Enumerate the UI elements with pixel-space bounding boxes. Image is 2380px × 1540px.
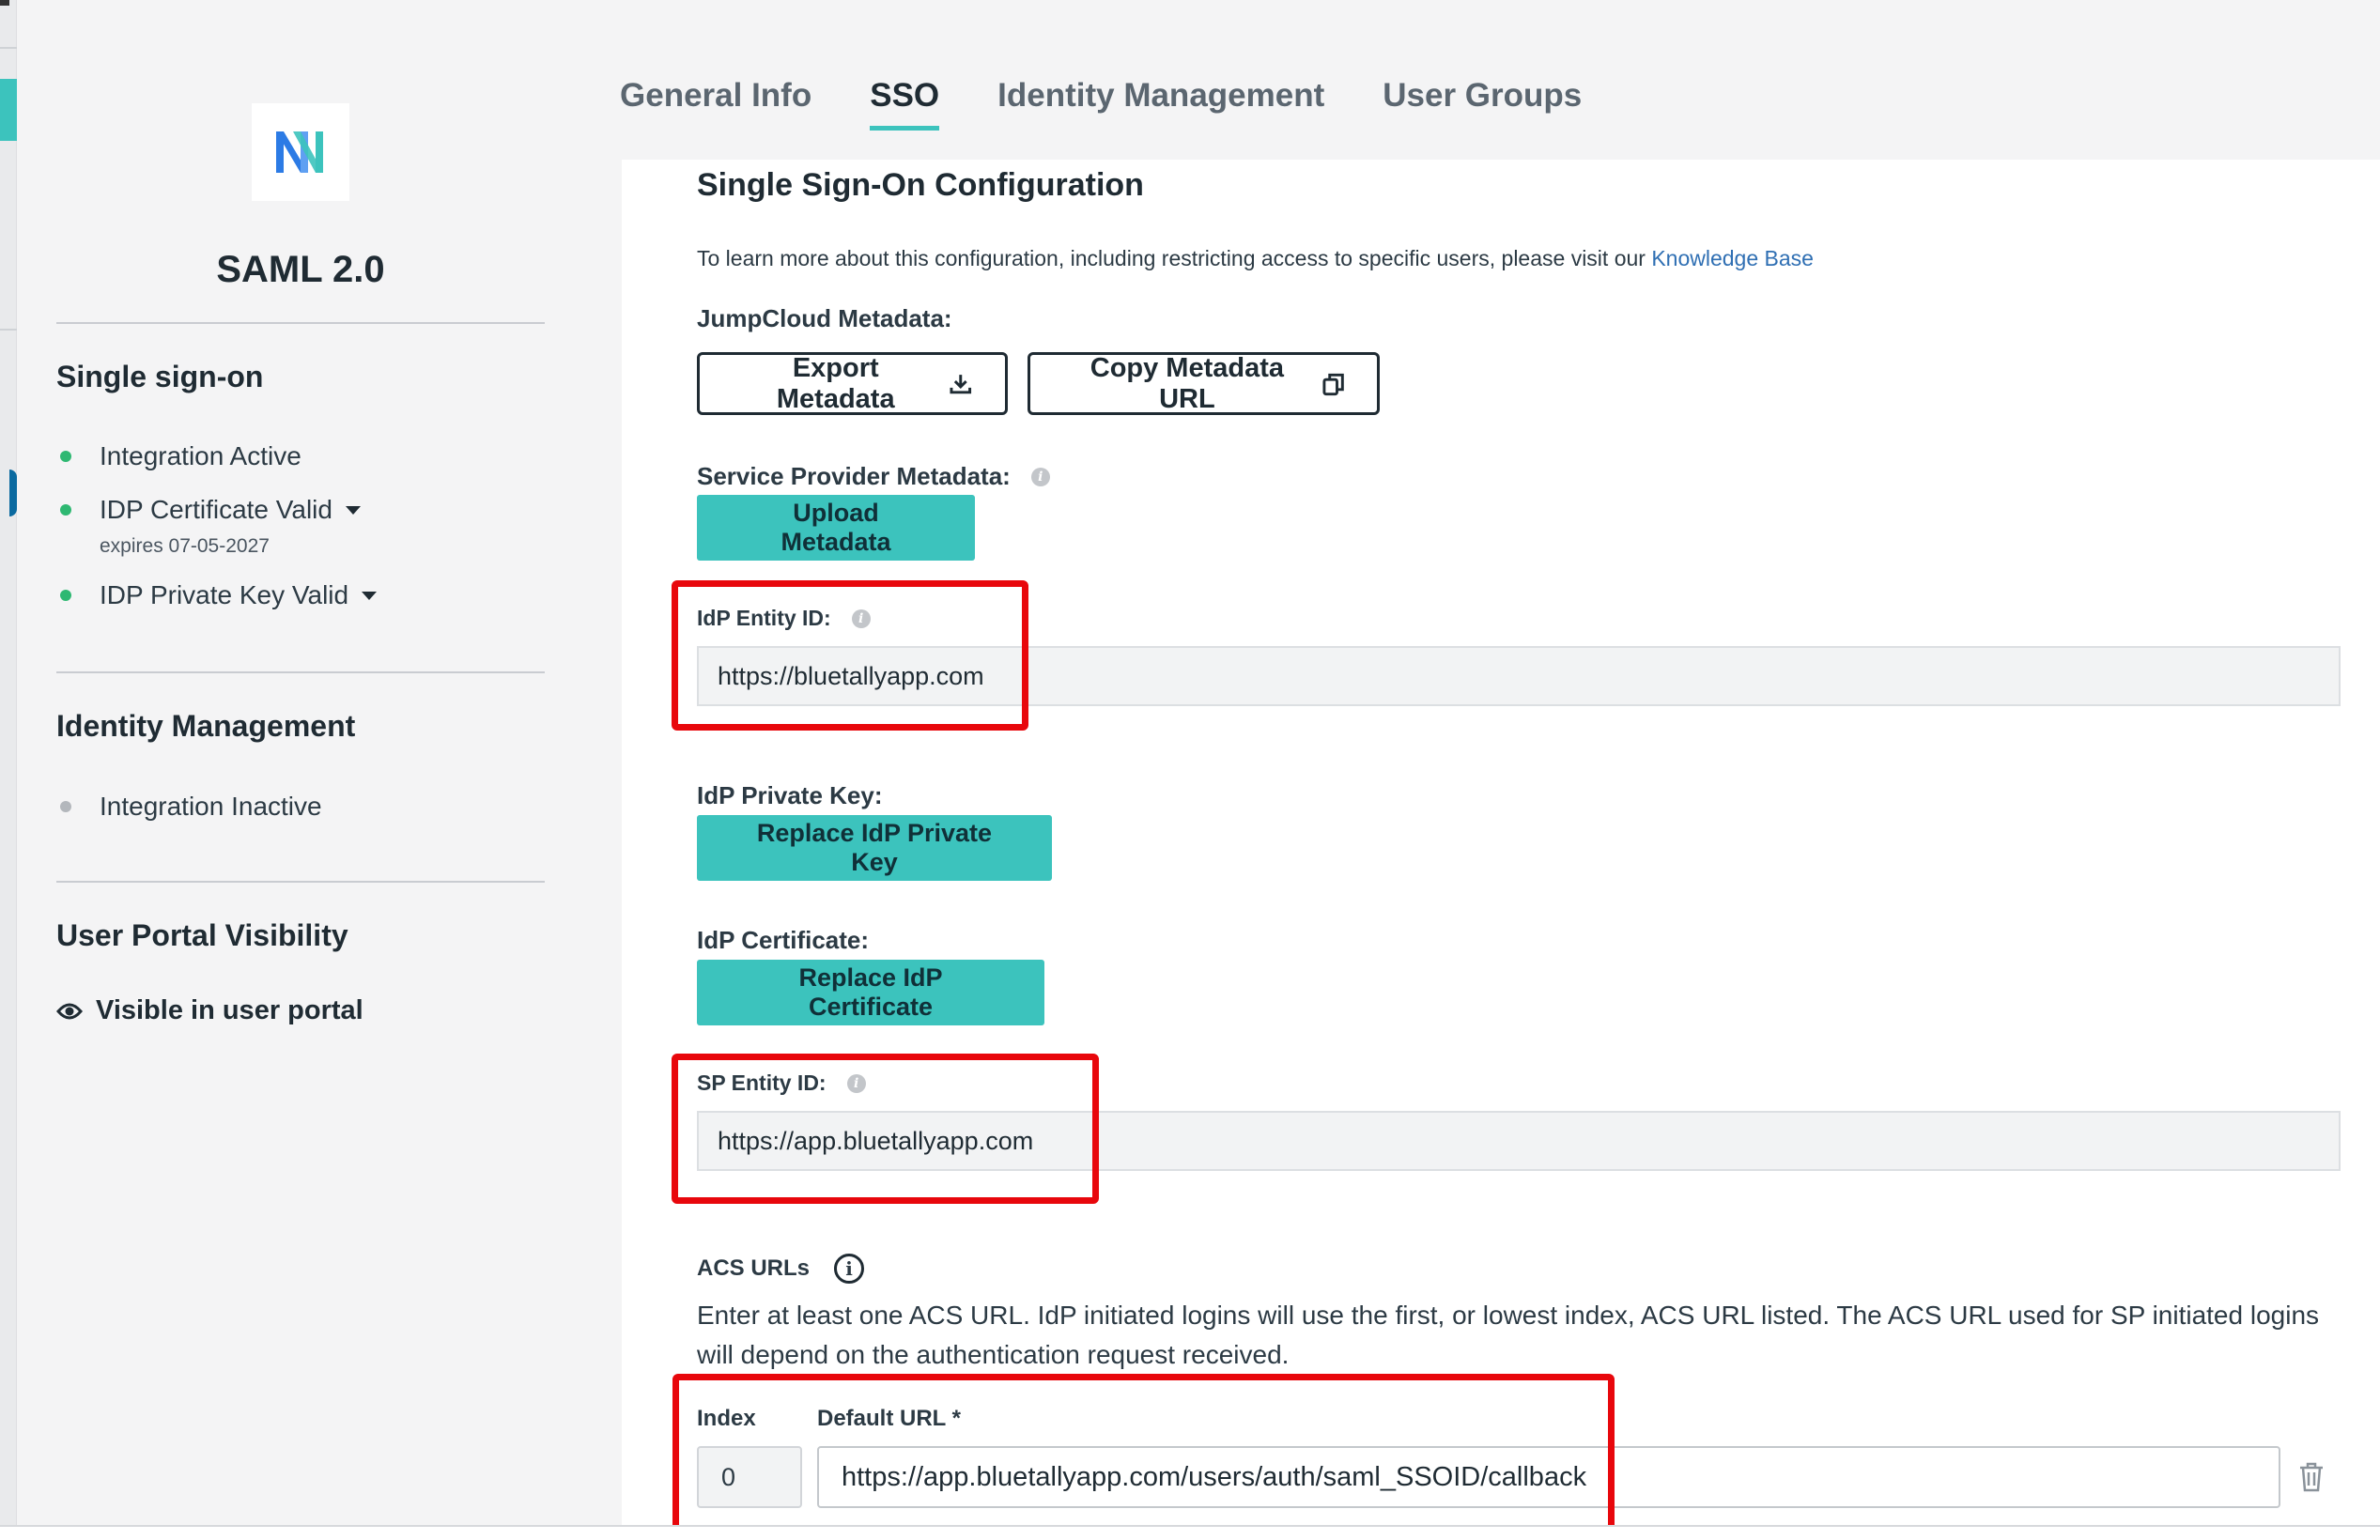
idm-section-title: Identity Management bbox=[56, 709, 356, 743]
caret-down-icon[interactable] bbox=[362, 591, 378, 600]
page-edge-divider bbox=[0, 47, 17, 49]
idp-entity-id-field[interactable]: https://bluetallyapp.com bbox=[697, 646, 2341, 706]
tab-bar: General Info SSO Identity Management Use… bbox=[620, 77, 1640, 131]
info-icon[interactable]: i bbox=[851, 608, 871, 628]
tab-sso[interactable]: SSO bbox=[870, 77, 940, 131]
idp-certificate-label-text: IdP Certificate: bbox=[697, 926, 870, 954]
app-frame: SAML 2.0 Single sign-on Integration Acti… bbox=[0, 0, 2380, 1540]
info-icon[interactable]: i bbox=[1030, 467, 1050, 486]
jumpcloud-metadata-label: JumpCloud Metadata: bbox=[697, 304, 952, 333]
sso-section-title: Single sign-on bbox=[56, 360, 264, 393]
sp-entity-id-label: SP Entity ID: i bbox=[697, 1070, 866, 1096]
export-metadata-label: Export Metadata bbox=[776, 352, 895, 414]
sp-entity-id-label-text: SP Entity ID: bbox=[697, 1070, 827, 1095]
acs-urls-title: ACS URLs i bbox=[697, 1254, 865, 1284]
page-edge bbox=[0, 0, 17, 1540]
copy-metadata-url-label: Copy Metadata URL bbox=[1090, 352, 1285, 414]
trash-icon[interactable] bbox=[2297, 1461, 2326, 1493]
copy-metadata-url-button[interactable]: Copy Metadata URL bbox=[1028, 352, 1380, 415]
idp-private-key-label-text: IdP Private Key: bbox=[697, 781, 883, 809]
caret-down-icon[interactable] bbox=[345, 505, 361, 515]
knowledge-base-link[interactable]: Knowledge Base bbox=[1651, 246, 1814, 270]
page-edge-badge bbox=[9, 470, 17, 516]
app-sidebar: SAML 2.0 Single sign-on Integration Acti… bbox=[17, 0, 599, 1540]
status-idp-certificate[interactable]: IDP Certificate Valid bbox=[60, 495, 361, 525]
tab-identity-management[interactable]: Identity Management bbox=[997, 77, 1324, 131]
info-text-body: To learn more about this configuration, … bbox=[697, 246, 1652, 270]
upload-metadata-button[interactable]: Upload Metadata bbox=[697, 495, 975, 561]
sidebar-divider bbox=[56, 671, 545, 673]
jumpcloud-metadata-label-text: JumpCloud Metadata: bbox=[697, 304, 952, 332]
status-integration-active: Integration Active bbox=[60, 441, 301, 471]
replace-idp-certificate-button[interactable]: Replace IdP Certificate bbox=[697, 960, 1044, 1025]
page-edge-tab bbox=[0, 79, 17, 141]
index-column-label: Index bbox=[697, 1406, 756, 1431]
sp-metadata-label-text: Service Provider Metadata: bbox=[697, 462, 1011, 490]
sp-metadata-label: Service Provider Metadata: i bbox=[697, 462, 1050, 491]
tab-user-groups[interactable]: User Groups bbox=[1383, 77, 1582, 131]
status-dot bbox=[60, 801, 71, 812]
status-label: Integration Inactive bbox=[100, 792, 322, 821]
status-dot bbox=[60, 451, 71, 462]
sidebar-divider bbox=[56, 881, 545, 883]
app-logo-icon bbox=[252, 103, 349, 201]
idp-certificate-label: IdP Certificate: bbox=[697, 926, 869, 955]
acs-index-field[interactable]: 0 bbox=[697, 1446, 802, 1508]
status-dot bbox=[60, 590, 71, 601]
app-name: SAML 2.0 bbox=[216, 249, 385, 290]
download-icon bbox=[950, 374, 972, 393]
acs-default-url-field[interactable]: https://app.bluetallyapp.com/users/auth/… bbox=[817, 1446, 2280, 1508]
idp-entity-id-label-text: IdP Entity ID: bbox=[697, 606, 831, 630]
portal-section-title: User Portal Visibility bbox=[56, 918, 348, 952]
export-metadata-button[interactable]: Export Metadata bbox=[697, 352, 1008, 415]
eye-icon bbox=[56, 1003, 83, 1019]
sp-entity-id-field[interactable]: https://app.bluetallyapp.com bbox=[697, 1111, 2341, 1171]
status-integration-inactive: Integration Inactive bbox=[60, 792, 322, 822]
tab-general-info[interactable]: General Info bbox=[620, 77, 811, 131]
config-info-text: To learn more about this configuration, … bbox=[697, 246, 1814, 271]
status-label: IDP Certificate Valid bbox=[100, 495, 332, 524]
replace-idp-private-key-button[interactable]: Replace IdP Private Key bbox=[697, 815, 1052, 881]
certificate-expiry: expires 07-05-2027 bbox=[100, 535, 270, 557]
status-idp-private-key[interactable]: IDP Private Key Valid bbox=[60, 580, 378, 610]
idp-entity-id-label: IdP Entity ID: i bbox=[697, 606, 871, 631]
default-url-column-label: Default URL * bbox=[817, 1406, 961, 1431]
acs-urls-description: Enter at least one ACS URL. IdP initiate… bbox=[697, 1301, 2320, 1369]
page-edge-marker bbox=[0, 0, 9, 6]
portal-visibility-status: Visible in user portal bbox=[56, 995, 363, 1026]
status-dot bbox=[60, 504, 71, 516]
sidebar-divider bbox=[56, 322, 545, 324]
status-label: Integration Active bbox=[100, 441, 301, 470]
page-bottom-strip bbox=[0, 1527, 2380, 1540]
status-label: IDP Private Key Valid bbox=[100, 580, 349, 609]
info-icon[interactable]: i bbox=[846, 1073, 866, 1093]
copy-icon bbox=[1322, 373, 1344, 395]
idp-private-key-label: IdP Private Key: bbox=[697, 781, 883, 810]
acs-urls-title-text: ACS URLs bbox=[697, 1255, 811, 1281]
portal-visibility-label: Visible in user portal bbox=[96, 995, 363, 1025]
page-title: Single Sign-On Configuration bbox=[697, 167, 1144, 203]
page-edge-divider bbox=[0, 329, 17, 331]
info-circle-icon[interactable]: i bbox=[834, 1254, 865, 1284]
